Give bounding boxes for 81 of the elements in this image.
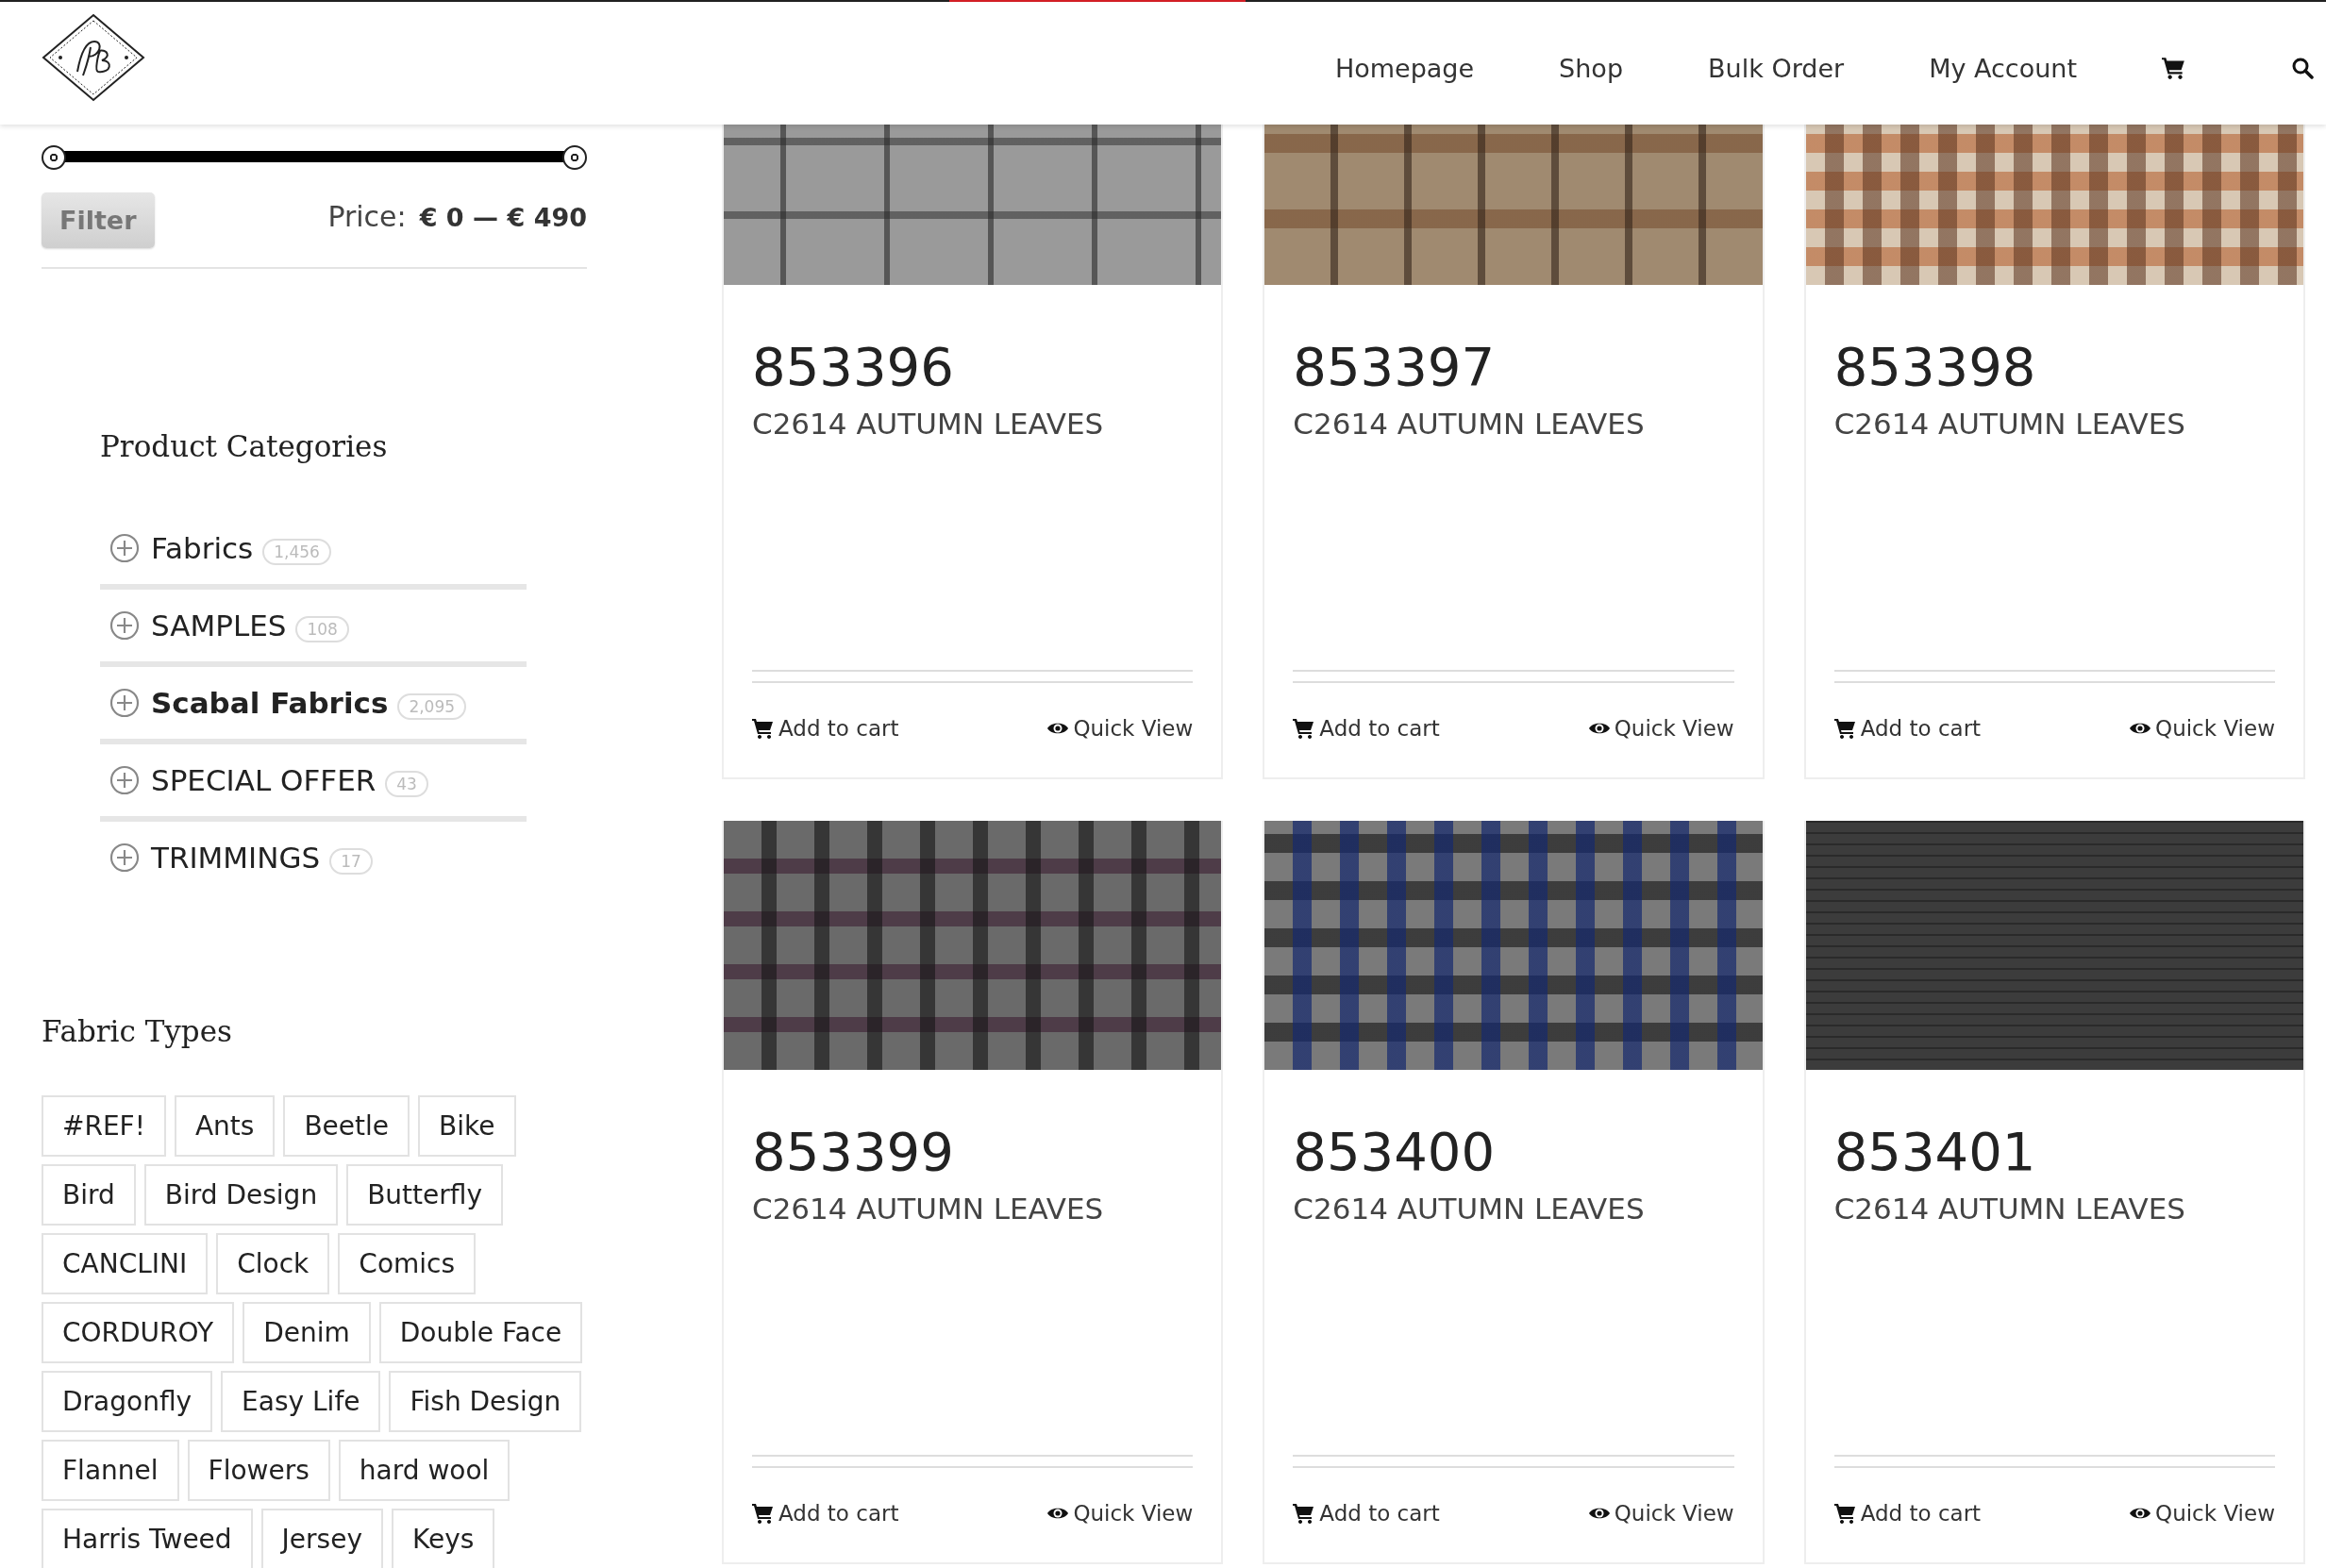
product-number: 853401	[1833, 1121, 2037, 1182]
tag-link[interactable]: Dragonfly	[42, 1371, 213, 1432]
tag-link[interactable]: Fish Design	[389, 1371, 582, 1432]
quick-view-link[interactable]: Quick View	[2129, 716, 2275, 741]
slider-handle[interactable]	[562, 145, 587, 170]
cart-icon	[1293, 718, 1316, 739]
product-name: C2614 AUTUMN LEAVES	[1833, 407, 2186, 441]
tag-link[interactable]: Jersey	[260, 1509, 383, 1568]
expand-icon[interactable]	[109, 765, 140, 795]
tag-link[interactable]: CANCLINI	[42, 1233, 209, 1294]
tag-link[interactable]: Flannel	[42, 1440, 179, 1501]
product-name: C2614 AUTUMN LEAVES	[1293, 1192, 1646, 1226]
tag-link[interactable]: Denim	[243, 1302, 371, 1363]
tag-link[interactable]: Butterfly	[346, 1164, 503, 1226]
product-name: C2614 AUTUMN LEAVES	[1293, 407, 1646, 441]
count-badge: 2,095	[397, 693, 467, 720]
product-number: 853398	[1833, 336, 2037, 397]
cart-icon	[752, 718, 775, 739]
tag-link[interactable]: Bird	[42, 1164, 136, 1226]
category-link[interactable]: SAMPLES	[151, 609, 287, 642]
count-badge: 1,456	[262, 539, 331, 565]
logo-icon[interactable]	[42, 13, 145, 102]
tag-link[interactable]: Double Face	[378, 1302, 583, 1363]
category-link[interactable]: TRIMMINGS	[151, 841, 321, 875]
count-badge: 43	[385, 771, 428, 797]
price-range: € 0 — € 490	[419, 203, 587, 232]
price-range-slider[interactable]	[42, 145, 587, 170]
expand-icon[interactable]	[109, 610, 140, 641]
category-link[interactable]: Fabrics	[151, 531, 254, 565]
tag-link[interactable]: CORDUROY	[42, 1302, 235, 1363]
add-to-cart-link[interactable]: Add to cart	[752, 716, 899, 741]
tag-link[interactable]: Easy Life	[221, 1371, 381, 1432]
add-to-cart-link[interactable]: Add to cart	[752, 1501, 899, 1526]
tag-link[interactable]: hard wool	[338, 1440, 510, 1501]
price-label: Price:	[327, 200, 407, 233]
product-name: C2614 AUTUMN LEAVES	[1833, 1192, 2186, 1226]
widget-title: Product Categories	[100, 429, 389, 463]
add-to-cart-link[interactable]: Add to cart	[1833, 716, 1982, 741]
expand-icon[interactable]	[109, 688, 140, 718]
product-name: C2614 AUTUMN LEAVES	[752, 1192, 1105, 1226]
cart-icon[interactable]	[2162, 57, 2186, 79]
category-link[interactable]: Scabal Fabrics	[151, 686, 389, 720]
cart-icon	[1833, 718, 1857, 739]
product-number: 853400	[1293, 1121, 1497, 1182]
cart-icon	[752, 1503, 775, 1524]
tag-link[interactable]: Bike	[418, 1095, 516, 1157]
tag-link[interactable]: Ants	[174, 1095, 276, 1157]
product-number: 853399	[752, 1121, 955, 1182]
add-to-cart-link[interactable]: Add to cart	[1293, 716, 1440, 741]
expand-icon[interactable]	[109, 842, 140, 873]
nav-link[interactable]: Homepage	[1334, 53, 1475, 83]
nav-link[interactable]: My Account	[1929, 53, 2077, 83]
nav-link[interactable]: Bulk Order	[1708, 53, 1845, 83]
count-badge: 108	[295, 616, 349, 642]
quick-view-link[interactable]: Quick View	[1587, 1501, 1734, 1526]
quick-view-link[interactable]: Quick View	[1587, 716, 1734, 741]
nav-link[interactable]: Shop	[1559, 53, 1624, 83]
product-number: 853396	[752, 336, 955, 397]
cart-icon	[1293, 1503, 1316, 1524]
expand-icon[interactable]	[109, 533, 140, 563]
category-link[interactable]: SPECIAL OFFER	[151, 763, 377, 797]
slider-handle[interactable]	[42, 145, 66, 170]
search-icon[interactable]	[2290, 57, 2315, 79]
product-number: 853397	[1293, 336, 1497, 397]
product-name: C2614 AUTUMN LEAVES	[752, 407, 1105, 441]
quick-view-link[interactable]: Quick View	[1046, 1501, 1194, 1526]
tag-link[interactable]: Bird Design	[143, 1164, 339, 1226]
widget-title: Fabric Types	[42, 1014, 233, 1048]
tag-link[interactable]: Comics	[338, 1233, 477, 1294]
count-badge: 17	[329, 848, 373, 875]
tag-link[interactable]: #REF!	[42, 1095, 166, 1157]
tag-link[interactable]: Beetle	[283, 1095, 410, 1157]
add-to-cart-link[interactable]: Add to cart	[1833, 1501, 1982, 1526]
tag-link[interactable]: Keys	[392, 1509, 495, 1568]
cart-icon	[1833, 1503, 1857, 1524]
quick-view-link[interactable]: Quick View	[1046, 716, 1194, 741]
tag-link[interactable]: Harris Tweed	[42, 1509, 253, 1568]
tag-link[interactable]: Clock	[216, 1233, 330, 1294]
add-to-cart-link[interactable]: Add to cart	[1293, 1501, 1440, 1526]
quick-view-link[interactable]: Quick View	[2129, 1501, 2275, 1526]
tag-link[interactable]: Flowers	[187, 1440, 330, 1501]
